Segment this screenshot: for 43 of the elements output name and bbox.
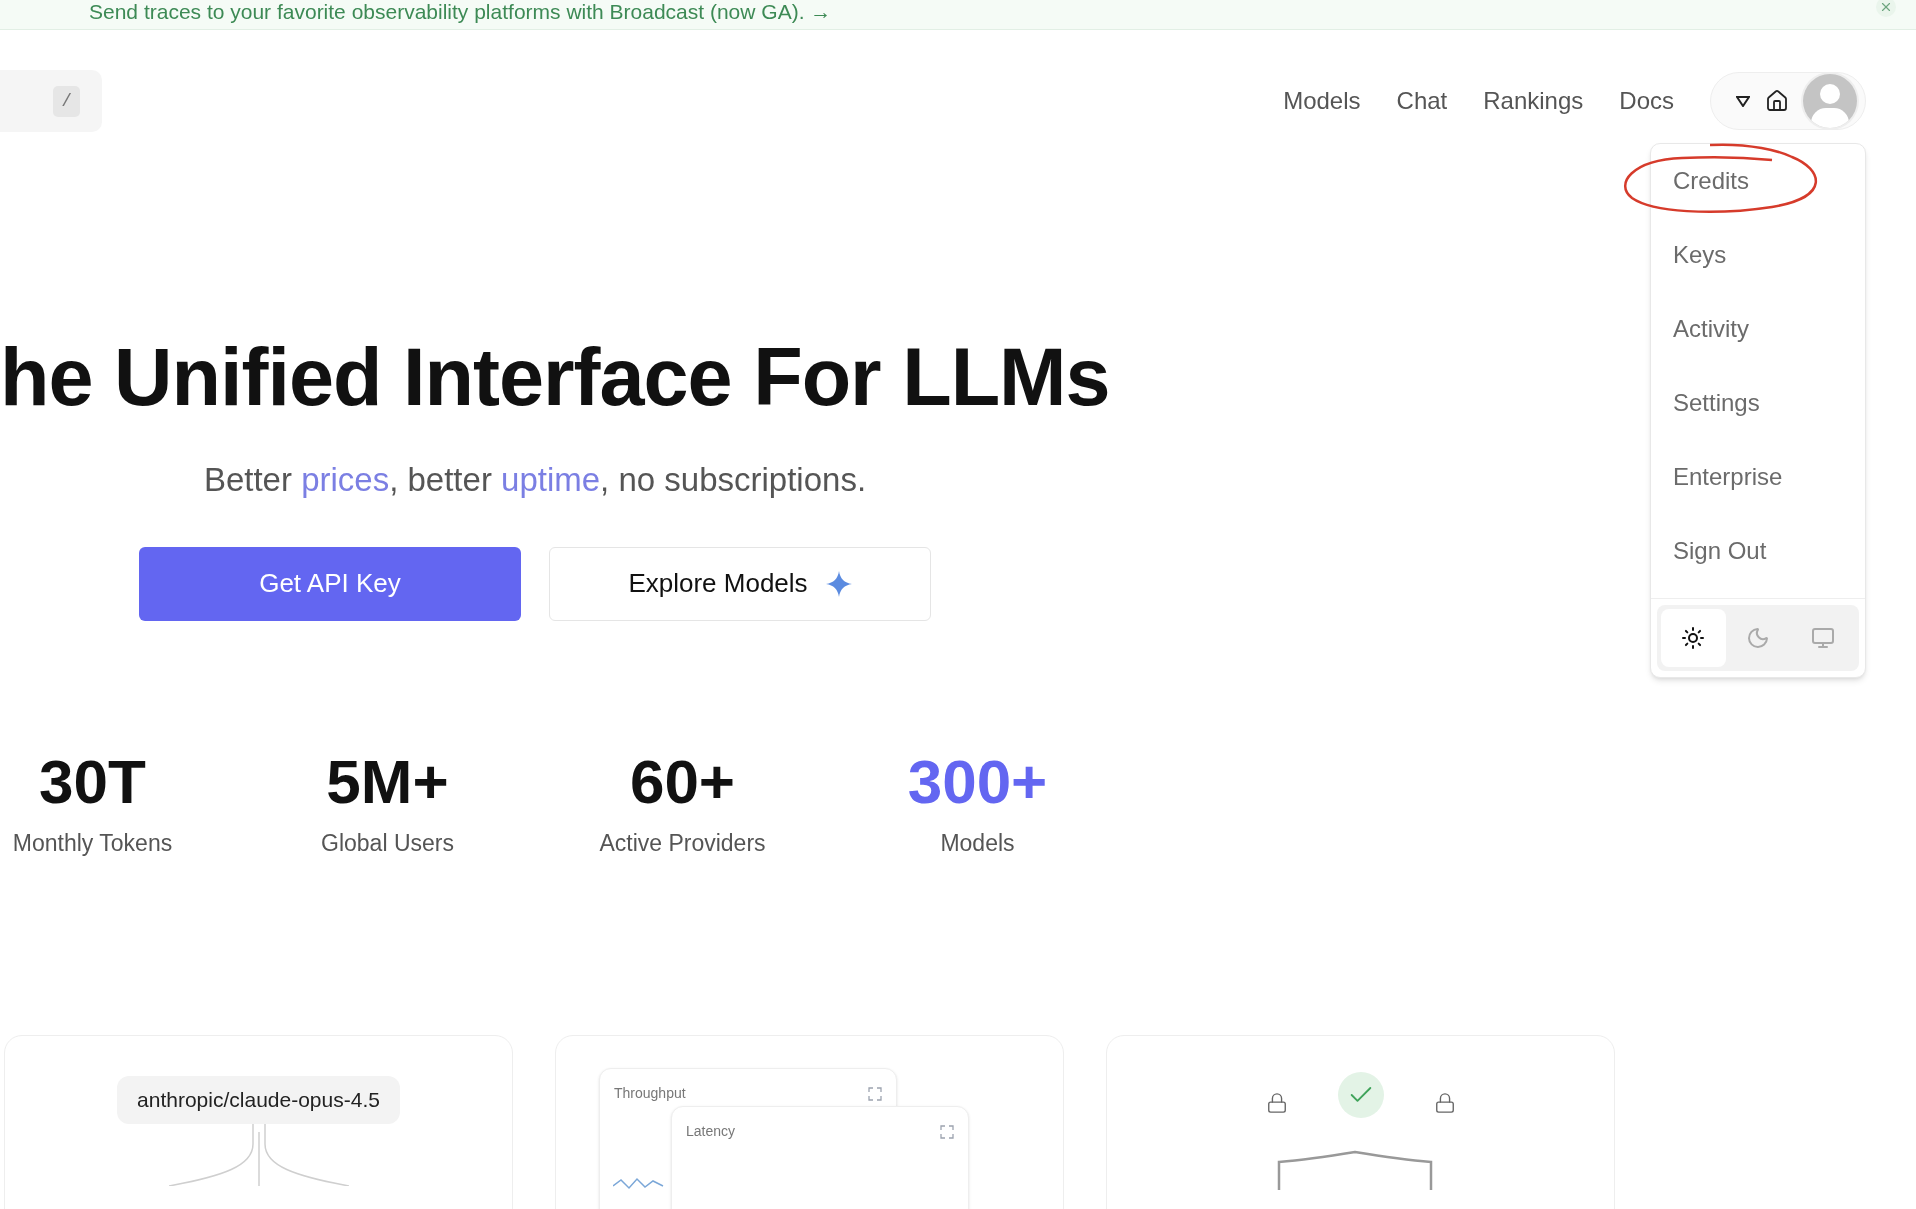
stat-label: Models [940,828,1015,858]
hero-title: he Unified Interface For LLMs [0,331,1110,424]
theme-option[interactable] [1661,609,1726,667]
sun-icon [1681,626,1706,650]
menu-item[interactable]: Credits [1651,144,1865,218]
expand-icon[interactable] [868,1086,882,1101]
stat-label: Active Providers [599,828,766,858]
stat-label: Monthly Tokens [12,828,173,858]
stat-value: 300+ [907,745,1048,818]
explore-models-button[interactable]: Explore Models [549,546,931,621]
banner-link[interactable]: Send traces to your favorite observability platforms with Broadcast (now GA). → [89,0,832,24]
stat-value: 5M+ [326,745,449,818]
panel-title: Latency [686,1122,736,1141]
hero-subtitle: Better prices, better uptime, no subscriptions. [203,460,867,500]
nav-link[interactable]: Docs [1619,83,1674,119]
lock-icon [1265,1092,1288,1114]
sparkle-icon [825,570,852,597]
close-icon [1879,0,1893,14]
menu-item[interactable]: Sign Out [1651,514,1865,588]
avatar[interactable] [1803,74,1857,128]
menu-item[interactable]: Activity [1651,292,1865,366]
caret-icon [1736,95,1750,107]
stat-label: Global Users [321,828,454,858]
model-tag: anthropic/claude-opus-4.5 [117,1076,400,1124]
get-api-key-button[interactable]: Get API Key [139,546,521,621]
menu-item[interactable]: Settings [1651,366,1865,440]
nav-link[interactable]: Models [1283,83,1361,119]
caret-button[interactable] [1735,93,1751,109]
shortcut-key: / [53,85,80,117]
expand-icon[interactable] [940,1124,954,1139]
panel-title: Throughput [614,1084,686,1103]
close-button[interactable] [1876,0,1896,17]
lock-icon [1433,1092,1456,1114]
menu-item[interactable]: Enterprise [1651,440,1865,514]
menu-item[interactable]: Keys [1651,218,1865,292]
monitor-icon [1810,626,1835,650]
stat-value: 60+ [629,745,736,818]
stat-value: 30T [39,745,146,818]
nav-link[interactable]: Rankings [1483,83,1584,119]
nav-link[interactable]: Chat [1396,83,1448,119]
search-field[interactable]: / [0,70,102,132]
moon-icon [1746,626,1770,650]
home-icon[interactable] [1765,89,1789,113]
